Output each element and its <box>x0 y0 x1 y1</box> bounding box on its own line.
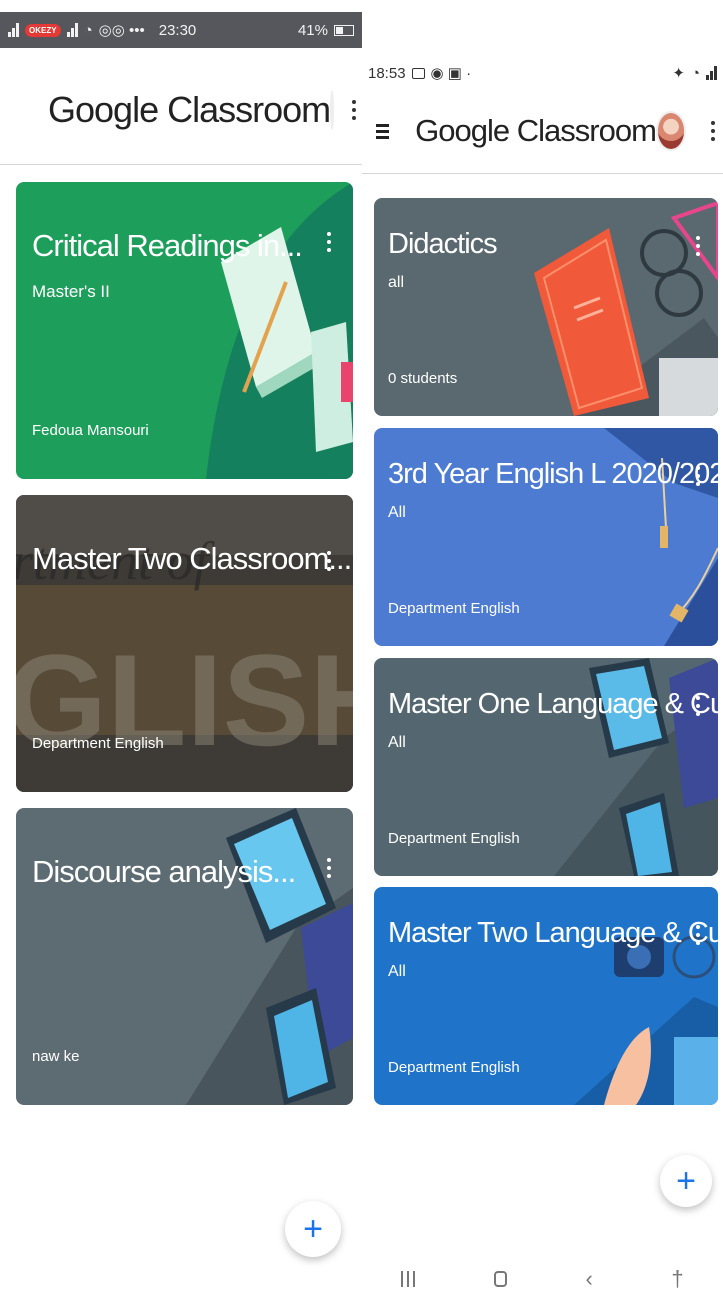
app-bar: Google Classroom <box>362 95 723 167</box>
class-card-master-two-classroom[interactable]: rtment of GLISH Master Two Classroom... … <box>16 495 353 792</box>
app-title: Google Classroom <box>415 113 657 148</box>
status-bar: 18:53 ◉ ▣ · ✦ ◔ <box>362 58 723 88</box>
gallery-icon <box>411 67 425 79</box>
class-card-master-one-language[interactable]: Master One Language & Cu... All Departme… <box>374 658 718 876</box>
class-owner: Department English <box>32 735 164 752</box>
class-card-discourse-analysis[interactable]: Discourse analysis... naw ke <box>16 808 353 1105</box>
class-section: Master's II <box>32 282 110 301</box>
signal-icon-2 <box>66 23 78 37</box>
more-vert-icon[interactable] <box>708 121 717 141</box>
add-class-button[interactable]: + <box>285 1201 341 1257</box>
signal-icon <box>8 23 19 37</box>
home-icon[interactable] <box>493 1271 507 1287</box>
app-title: Google Classroom <box>48 89 331 130</box>
system-nav-bar: ‹ † <box>362 1259 723 1299</box>
notification-badge: OKEZY <box>25 23 61 37</box>
card-more-vert-icon[interactable] <box>327 858 331 878</box>
class-name: Master Two Classroom... <box>32 541 352 576</box>
vibrate-icon: ✦ <box>672 65 685 82</box>
add-class-button[interactable]: + <box>660 1155 712 1207</box>
class-name: Master Two Language & Cu... <box>388 917 718 949</box>
more-vert-icon[interactable] <box>352 100 357 120</box>
signal-icon <box>706 66 717 80</box>
class-section: All <box>388 734 406 751</box>
class-card-master-two-language[interactable]: Master Two Language & Cu... All Departme… <box>374 887 718 1105</box>
add-icon: + <box>303 1210 323 1248</box>
card-more-vert-icon[interactable] <box>327 232 331 252</box>
card-more-vert-icon[interactable] <box>696 466 700 486</box>
class-name: 3rd Year English L 2020/2021 <box>388 458 718 490</box>
class-owner: naw ke <box>32 1048 80 1065</box>
card-more-vert-icon[interactable] <box>696 925 700 945</box>
app-bar-divider <box>0 164 362 165</box>
status-time: 18:53 <box>368 64 406 82</box>
add-icon: + <box>676 1162 696 1200</box>
app-bar-divider <box>362 173 723 174</box>
class-name: Critical Readings in... <box>32 228 303 263</box>
class-name: Didactics <box>388 228 498 260</box>
card-more-vert-icon[interactable] <box>696 236 700 256</box>
notification-icons: ◉ ▣ · <box>430 65 472 82</box>
notification-icons: ◎◎ ••• <box>98 22 145 39</box>
phone-screen-right: 18:53 ◉ ▣ · ✦ ◔ Google Classroom Didacti… <box>362 0 723 1299</box>
battery-icon <box>334 24 354 36</box>
app-bar: Google Classroom <box>0 62 362 158</box>
class-owner: Fedoua Mansouri <box>32 422 149 439</box>
class-owner: 0 students <box>388 370 458 387</box>
back-icon[interactable]: ‹ <box>585 1266 592 1292</box>
card-more-vert-icon[interactable] <box>696 696 700 716</box>
class-section: all <box>388 274 405 291</box>
phone-screen-left: OKEZY ◔ ◎◎ ••• 23:30 41% Google Classroo… <box>0 0 362 1299</box>
status-bar: OKEZY ◔ ◎◎ ••• 23:30 41% <box>0 12 362 48</box>
wifi-icon: ◔ <box>83 21 93 39</box>
accessibility-icon[interactable]: † <box>671 1266 683 1292</box>
card-more-vert-icon[interactable] <box>327 551 331 571</box>
wifi-icon: ◔ <box>690 64 700 82</box>
class-owner: Department English <box>388 600 520 617</box>
avatar[interactable] <box>655 111 687 151</box>
class-card-didactics[interactable]: Didactics all 0 students <box>374 198 718 416</box>
class-section: All <box>388 504 406 521</box>
class-card-3rd-year-english[interactable]: 3rd Year English L 2020/2021 All Departm… <box>374 428 718 646</box>
class-section: All <box>388 963 406 980</box>
battery-level: 41% <box>297 21 328 39</box>
class-name: Master One Language & Cu... <box>388 688 718 720</box>
avatar[interactable] <box>330 90 335 130</box>
class-card-critical-readings[interactable]: Critical Readings in... Master's II Fedo… <box>16 182 353 479</box>
class-owner: Department English <box>388 1059 520 1076</box>
menu-icon[interactable] <box>376 123 390 139</box>
recent-apps-icon[interactable] <box>401 1271 416 1287</box>
status-time: 23:30 <box>158 21 197 39</box>
class-owner: Department English <box>388 830 520 847</box>
class-name: Discourse analysis... <box>32 854 296 889</box>
